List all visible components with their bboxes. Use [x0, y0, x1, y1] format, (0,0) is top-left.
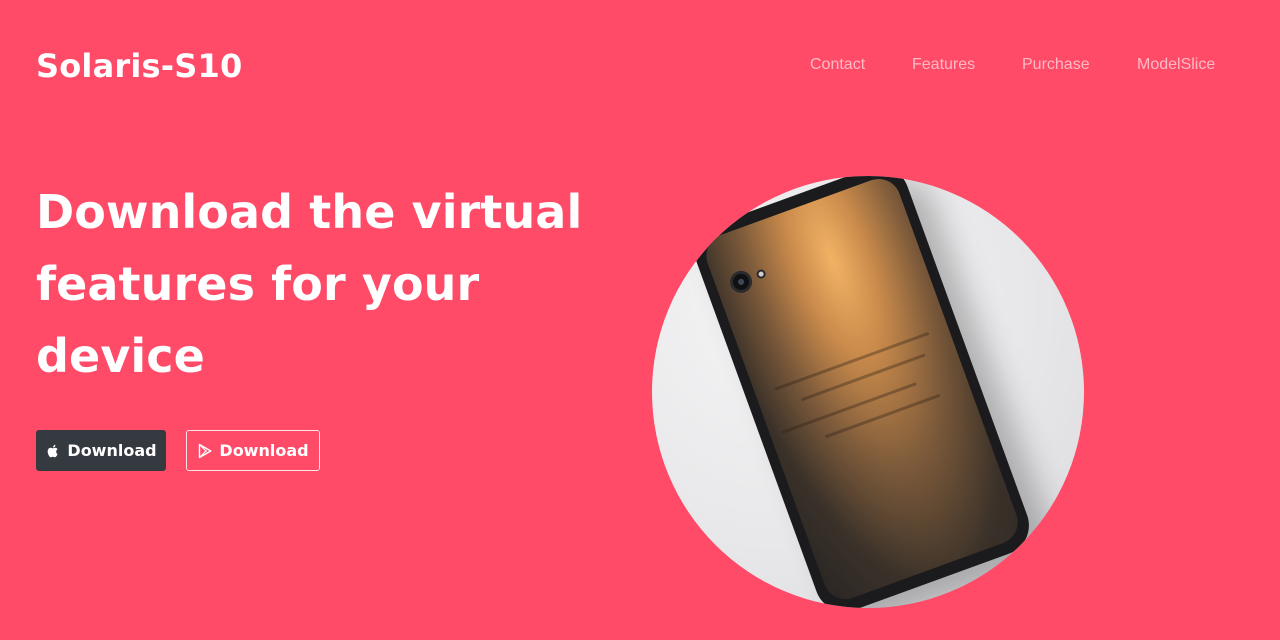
nav-link-contact[interactable]: Contact [810, 55, 865, 75]
headline-line-3: device [36, 329, 205, 383]
main-nav: Contact Features Purchase ModelSlice [0, 55, 1280, 77]
phone-screen [700, 176, 1024, 606]
nav-link-modelslice[interactable]: ModelSlice [1137, 55, 1215, 75]
google-play-icon [197, 443, 213, 459]
headline-line-2: features for your [36, 257, 480, 311]
nav-link-features[interactable]: Features [912, 55, 975, 75]
apple-icon [45, 443, 61, 459]
headline-line-1: Download the virtual [36, 185, 583, 239]
nav-link-purchase[interactable]: Purchase [1022, 55, 1090, 75]
hero-headline: Download the virtual features for your d… [36, 176, 636, 392]
download-android-label: Download [219, 441, 309, 460]
phone-device [686, 176, 1038, 608]
download-android-button[interactable]: Download [186, 430, 320, 471]
phone-image [652, 176, 1084, 608]
download-ios-label: Download [67, 441, 157, 460]
download-ios-button[interactable]: Download [36, 430, 166, 471]
